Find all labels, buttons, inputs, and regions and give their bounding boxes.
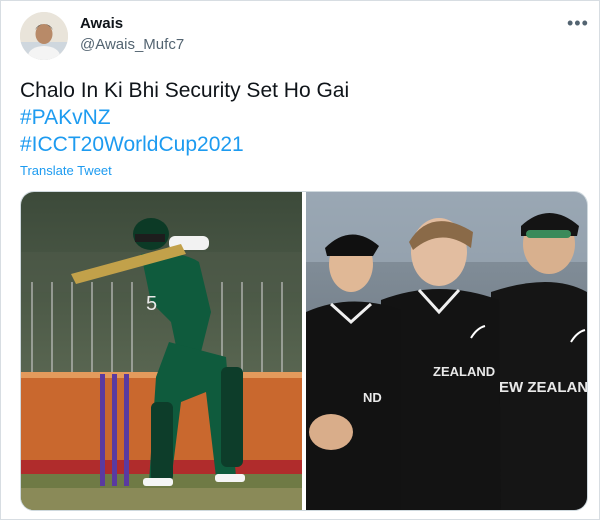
- tweet-text-line: Chalo In Ki Bhi Security Set Ho Gai: [20, 79, 350, 102]
- avatar[interactable]: [20, 12, 68, 60]
- author-name[interactable]: Awais: [80, 15, 123, 32]
- avatar-image: [20, 12, 68, 60]
- tweet-card: Awais @Awais_Mufc7 ••• Chalo In Ki Bhi S…: [0, 0, 600, 520]
- new-zealand-team-image: EW ZEALAND ZEALAND ND: [306, 192, 587, 510]
- media-image: 5 EW ZEALA ZEALAND ND: [21, 192, 587, 510]
- tweet-text: Chalo In Ki Bhi Security Set Ho Gai #PAK…: [20, 77, 349, 158]
- translate-tweet-link[interactable]: Translate Tweet: [20, 163, 112, 178]
- jersey-number: 5: [146, 293, 157, 315]
- jersey-text: EW ZEALAND: [499, 379, 587, 396]
- jersey-text: ZEALAND: [433, 364, 495, 379]
- author-handle[interactable]: @Awais_Mufc7: [80, 36, 184, 53]
- jersey-text: ND: [363, 390, 382, 405]
- tweet-media[interactable]: 5 EW ZEALA ZEALAND ND: [20, 191, 588, 511]
- hashtag-icct20worldcup2021[interactable]: #ICCT20WorldCup2021: [20, 131, 349, 158]
- more-icon[interactable]: •••: [567, 13, 589, 34]
- hashtag-pakvnz[interactable]: #PAKvNZ: [20, 104, 349, 131]
- pakistan-batsman-image: 5: [21, 192, 302, 510]
